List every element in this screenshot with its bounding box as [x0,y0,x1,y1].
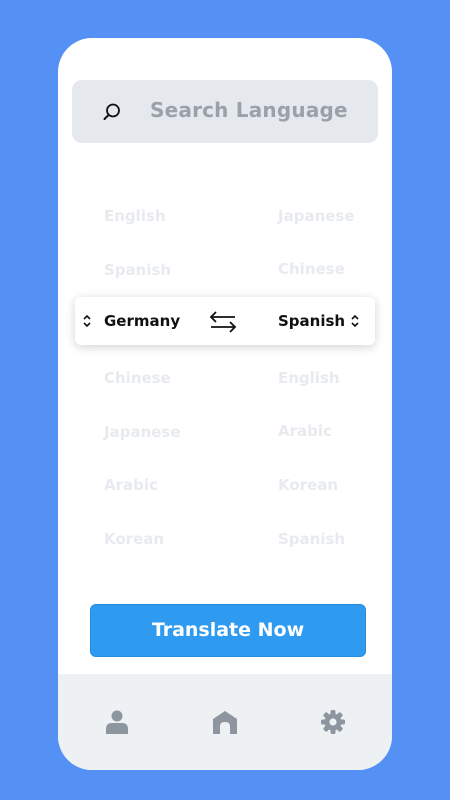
language-option[interactable]: Spanish [278,530,345,548]
language-option[interactable]: Arabic [104,476,158,494]
swap-icon[interactable] [207,310,239,334]
tab-home[interactable] [211,708,239,736]
language-option[interactable]: Japanese [278,207,355,225]
language-selector: Germany Spanish [75,297,375,345]
gear-icon [321,710,345,734]
language-option[interactable]: English [278,369,340,387]
bottom-tab-bar [58,674,392,770]
source-language[interactable]: Germany [104,312,180,330]
search-icon [103,103,120,120]
language-option[interactable]: Spanish [104,261,171,279]
language-option[interactable]: Korean [278,476,338,494]
user-icon [106,710,128,734]
language-option[interactable]: English [104,207,166,225]
phone-frame: Search Language English Spanish Chinese … [58,38,392,770]
search-placeholder: Search Language [150,98,348,122]
sort-caret-icon[interactable] [82,314,92,328]
tab-profile[interactable] [103,708,131,736]
language-option[interactable]: Japanese [104,423,181,441]
home-icon [213,711,237,734]
search-bar[interactable]: Search Language [72,80,378,143]
language-option[interactable]: Arabic [278,422,332,440]
language-option[interactable]: Korean [104,530,164,548]
translate-now-button[interactable]: Translate Now [90,604,366,657]
language-option[interactable]: Chinese [278,260,345,278]
language-option[interactable]: Chinese [104,369,171,387]
tab-settings[interactable] [319,708,347,736]
sort-caret-icon[interactable] [350,314,360,328]
target-language[interactable]: Spanish [278,312,345,330]
